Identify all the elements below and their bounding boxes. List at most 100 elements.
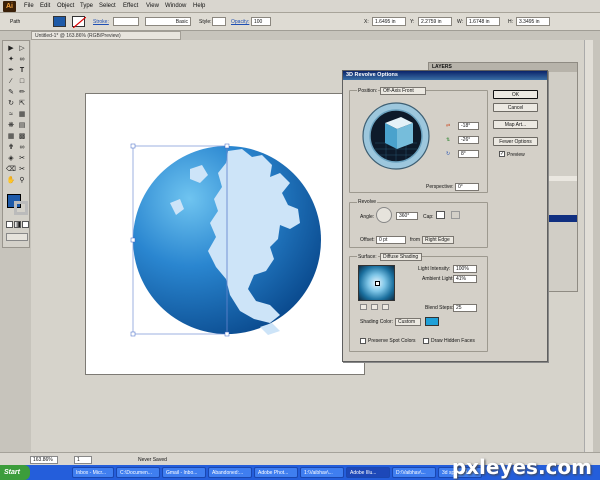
- taskbar-item-photoshop[interactable]: Adobe Phot...: [254, 467, 298, 478]
- taskbar-item-abandoned[interactable]: Abandoned:...: [208, 467, 252, 478]
- rotate-x-input[interactable]: -18°: [458, 122, 479, 130]
- menu-help[interactable]: Help: [193, 3, 205, 9]
- style-select[interactable]: [212, 17, 226, 26]
- move-light-back-icon[interactable]: [360, 304, 367, 310]
- screen-mode-icon[interactable]: [6, 233, 28, 241]
- opacity-input[interactable]: 100: [251, 17, 271, 26]
- menu-file[interactable]: File: [24, 3, 34, 9]
- cap-off-icon[interactable]: [451, 211, 460, 219]
- lasso-tool-icon[interactable]: ∞: [17, 55, 27, 65]
- stroke-label[interactable]: Stroke:: [93, 19, 109, 25]
- type-tool-icon[interactable]: T: [17, 66, 27, 76]
- taskbar-item-folder-1[interactable]: 1:\Vaibhav\...: [300, 467, 344, 478]
- taskbar-item-gmail[interactable]: Gmail - Inbo...: [162, 467, 206, 478]
- taskbar-item-illustrator[interactable]: Adobe Illu...: [346, 467, 390, 478]
- color-mode-icon[interactable]: [6, 221, 13, 228]
- angle-dial-icon[interactable]: [376, 207, 392, 223]
- blend-tool-icon[interactable]: ∞: [17, 143, 27, 153]
- cap-on-icon[interactable]: [436, 211, 445, 219]
- w-input[interactable]: 1.6748 in: [466, 17, 500, 26]
- shading-color-swatch[interactable]: [425, 317, 439, 326]
- start-button[interactable]: Start: [0, 465, 30, 480]
- document-tab[interactable]: Untitled-1* @ 163.86% (RGB/Preview): [31, 31, 181, 40]
- menu-select[interactable]: Select: [99, 3, 116, 9]
- menu-object[interactable]: Object: [57, 3, 74, 9]
- angle-input[interactable]: 360°: [396, 212, 418, 220]
- preview-checkbox[interactable]: ✓: [499, 151, 505, 157]
- stroke-swatch[interactable]: [72, 16, 87, 29]
- eraser-tool-icon[interactable]: ⌫: [6, 165, 16, 175]
- map-art-button[interactable]: Map Art...: [493, 120, 538, 129]
- menu-edit[interactable]: Edit: [40, 3, 50, 9]
- menu-type[interactable]: Type: [80, 3, 93, 9]
- symbol-sprayer-tool-icon[interactable]: ❋: [6, 121, 16, 131]
- preserve-spot-colors-checkbox[interactable]: [360, 338, 366, 344]
- warp-tool-icon[interactable]: ≈: [6, 110, 16, 120]
- y-input[interactable]: 2.2759 in: [418, 17, 452, 26]
- globe-artwork[interactable]: [130, 143, 325, 338]
- surface-select[interactable]: Diffuse Shading: [380, 253, 422, 261]
- fewer-options-button[interactable]: Fewer Options: [493, 137, 538, 146]
- mesh-tool-icon[interactable]: ▦: [6, 132, 16, 142]
- magic-wand-tool-icon[interactable]: ✦: [6, 55, 16, 65]
- h-input[interactable]: 3.3495 in: [516, 17, 550, 26]
- offset-input[interactable]: 0 pt: [376, 236, 406, 244]
- none-mode-icon[interactable]: [22, 221, 29, 228]
- shading-color-select[interactable]: Custom: [395, 318, 421, 326]
- paintbrush-tool-icon[interactable]: ✎: [6, 88, 16, 98]
- rotate-tool-icon[interactable]: ↻: [6, 99, 16, 109]
- track-cube-preview[interactable]: [361, 101, 431, 171]
- taskbar-item-folder-2[interactable]: D:\Vaibhav\...: [392, 467, 436, 478]
- brush-select[interactable]: Basic: [145, 17, 191, 26]
- graph-tool-icon[interactable]: ▤: [17, 121, 27, 131]
- hand-tool-icon[interactable]: ✋: [6, 176, 16, 186]
- pencil-tool-icon[interactable]: ✏: [17, 88, 27, 98]
- menu-window[interactable]: Window: [165, 3, 186, 9]
- line-tool-icon[interactable]: ∕: [6, 77, 16, 87]
- live-paint-tool-icon[interactable]: ◈: [6, 154, 16, 164]
- delete-light-icon[interactable]: [382, 304, 389, 310]
- pen-tool-icon[interactable]: ✒: [6, 66, 16, 76]
- dialog-title: 3D Revolve Options: [343, 71, 547, 80]
- menu-view[interactable]: View: [146, 3, 159, 9]
- taskbar-item-inbox[interactable]: Inbox - Micr...: [72, 467, 114, 478]
- stroke-weight-input[interactable]: [113, 17, 139, 26]
- eyedropper-tool-icon[interactable]: ✟: [6, 143, 16, 153]
- zoom-select[interactable]: 163.86%: [30, 456, 58, 464]
- ok-button[interactable]: OK: [493, 90, 538, 99]
- ambient-light-input[interactable]: 41%: [453, 275, 477, 283]
- fill-swatch[interactable]: [53, 16, 66, 27]
- slice-tool-icon[interactable]: ✂: [17, 154, 27, 164]
- menu-effect[interactable]: Effect: [123, 3, 138, 9]
- from-select[interactable]: Right Edge: [422, 236, 454, 244]
- vertical-scrollbar[interactable]: [584, 40, 593, 452]
- blend-steps-input[interactable]: 25: [453, 304, 477, 312]
- scissors-tool-icon[interactable]: ✂: [17, 165, 27, 175]
- x-input[interactable]: 1.6495 in: [372, 17, 406, 26]
- opacity-label[interactable]: Opacity:: [231, 19, 249, 25]
- zoom-tool-icon[interactable]: ⚲: [17, 176, 27, 186]
- selection-tool-icon[interactable]: ▶: [6, 44, 16, 54]
- gradient-tool-icon[interactable]: ▩: [17, 132, 27, 142]
- layer-row-selected[interactable]: [549, 215, 577, 222]
- direct-selection-tool-icon[interactable]: ▷: [17, 44, 27, 54]
- rectangle-tool-icon[interactable]: □: [17, 77, 27, 87]
- taskbar-item-documents[interactable]: C:\Documen...: [116, 467, 160, 478]
- rotate-y-input[interactable]: -26°: [458, 136, 479, 144]
- cancel-button[interactable]: Cancel: [493, 103, 538, 112]
- layer-row[interactable]: [549, 176, 577, 181]
- rotate-z-input[interactable]: 8°: [458, 150, 479, 158]
- light-handle-icon[interactable]: [375, 281, 380, 286]
- artboard-number-input[interactable]: 1: [74, 456, 92, 464]
- scale-tool-icon[interactable]: ⇱: [17, 99, 27, 109]
- new-light-icon[interactable]: [371, 304, 378, 310]
- gradient-mode-icon[interactable]: [14, 221, 21, 228]
- lighting-sphere-preview[interactable]: [358, 265, 395, 301]
- draw-hidden-faces-checkbox[interactable]: [423, 338, 429, 344]
- offset-label: Offset:: [360, 237, 375, 243]
- free-transform-tool-icon[interactable]: ▦: [17, 110, 27, 120]
- perspective-input[interactable]: 0°: [455, 183, 479, 191]
- light-intensity-input[interactable]: 100%: [453, 265, 477, 273]
- position-select[interactable]: Off-Axis Front: [380, 87, 426, 95]
- stroke-color-box[interactable]: [14, 201, 28, 215]
